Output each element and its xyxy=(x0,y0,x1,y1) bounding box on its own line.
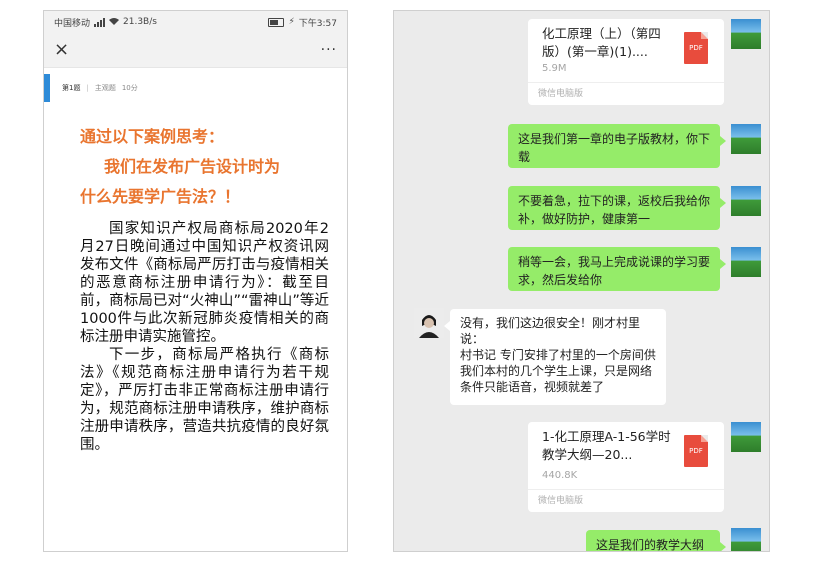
file-size: 440.8K xyxy=(542,470,578,481)
close-icon[interactable]: × xyxy=(54,41,69,59)
divider: | xyxy=(86,84,89,92)
paragraph: 国家知识产权局商标局2020年2月27日晚间通过中国知识产权资讯网发布文件《商标… xyxy=(80,221,329,345)
avatar[interactable] xyxy=(731,247,761,277)
pdf-icon: PDF xyxy=(684,435,708,467)
case-heading: 通过以下案例思考： 我们在发布广告设计时为 什么先要学广告法？！ xyxy=(80,122,347,212)
file-card[interactable]: 化工原理（上）（第四版）(第一章)(1).... 5.9M PDF 微信电脑版 xyxy=(528,19,724,105)
file-name: 1-化工原理A-1-56学时教学大纲—20... xyxy=(542,429,671,462)
wifi-icon xyxy=(109,17,120,28)
battery-icon xyxy=(268,17,285,27)
signal-icon xyxy=(94,17,106,27)
question-marker xyxy=(44,74,50,102)
network-speed: 21.3B/s xyxy=(123,17,157,27)
avatar[interactable] xyxy=(414,308,444,338)
case-line: 通过以下案例思考： xyxy=(80,127,225,146)
nav-bar: × ··· xyxy=(44,33,347,68)
case-line: 我们在发布广告设计时为 xyxy=(104,157,281,176)
avatar[interactable] xyxy=(731,19,761,49)
avatar[interactable] xyxy=(731,528,761,551)
message-bubble[interactable]: 不要着急，拉下的课，返校后我给你补，做好防护，健康第一 xyxy=(508,186,726,230)
chat-window: 化工原理（上）（第四版）(第一章)(1).... 5.9M PDF 微信电脑版 … xyxy=(393,10,770,552)
file-size: 5.9M xyxy=(542,63,567,74)
question-header: 第1题 | 主观题 10分 xyxy=(44,74,347,102)
case-line: 什么先要学广告法？！ xyxy=(80,187,241,206)
avatar[interactable] xyxy=(731,422,761,452)
more-icon[interactable]: ··· xyxy=(321,42,337,58)
message-bubble[interactable]: 这是我们的教学大纲 xyxy=(586,530,726,551)
clock: 下午3:57 xyxy=(298,18,337,29)
file-card[interactable]: 1-化工原理A-1-56学时教学大纲—20... 440.8K PDF 微信电脑… xyxy=(528,422,724,512)
carrier-label: 中国移动 xyxy=(54,18,91,29)
case-body: 国家知识产权局商标局2020年2月27日晚间通过中国知识产权资讯网发布文件《商标… xyxy=(80,220,329,454)
message-bubble[interactable]: 没有，我们这边很安全！刚才村里说： 村书记 专门安排了村里的一个房间供我们本村的… xyxy=(444,309,666,405)
avatar[interactable] xyxy=(731,186,761,216)
question-type: 主观题 xyxy=(94,84,116,92)
message-bubble[interactable]: 这是我们第一章的电子版教材，你下载 xyxy=(508,124,726,168)
file-name: 化工原理（上）（第四版）(第一章)(1).... xyxy=(542,26,661,59)
avatar[interactable] xyxy=(731,124,761,154)
phone-screen: 中国移动 21.3B/s ⚡ 下午3:57 × ··· 第1题 | 主观题 10… xyxy=(43,10,348,552)
paragraph: 下一步，商标局严格执行《商标法》《规范商标注册申请行为若干规定》，严厉打击非正常… xyxy=(80,347,329,453)
file-source: 微信电脑版 xyxy=(528,82,724,105)
question-number: 第1题 xyxy=(62,84,81,92)
charging-icon: ⚡ xyxy=(288,17,295,27)
pdf-icon: PDF xyxy=(684,32,708,64)
message-bubble[interactable]: 稍等一会，我马上完成说课的学习要求，然后发给你 xyxy=(508,247,726,291)
question-score: 10分 xyxy=(121,84,138,92)
status-bar: 中国移动 21.3B/s ⚡ 下午3:57 xyxy=(44,11,347,33)
file-source: 微信电脑版 xyxy=(528,489,724,512)
